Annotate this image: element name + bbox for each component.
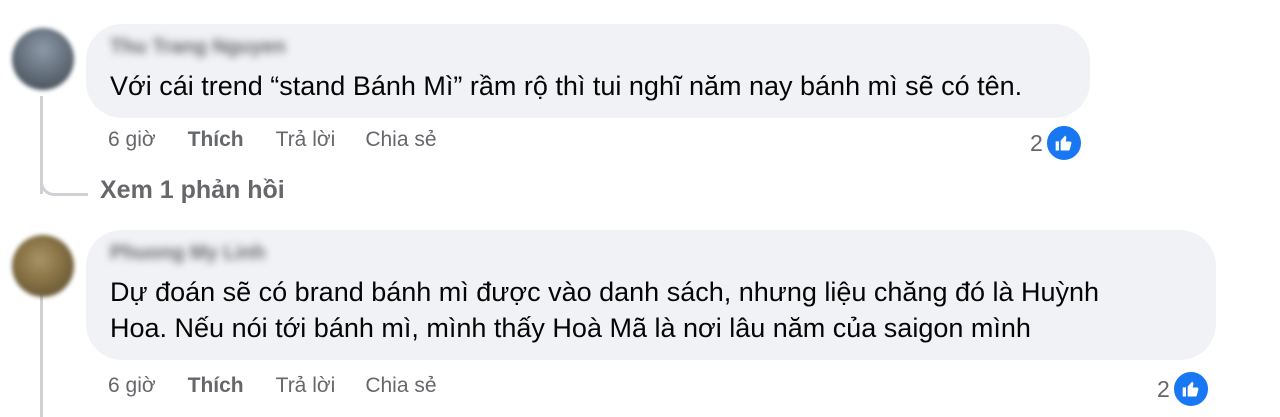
comment-text: Dự đoán sẽ có brand bánh mì được vào dan…	[110, 277, 1100, 343]
thread-line	[40, 290, 43, 417]
avatar[interactable]	[12, 235, 74, 297]
share-button[interactable]: Chia sẻ	[365, 128, 436, 152]
comment-timestamp[interactable]: 6 giờ	[108, 128, 156, 152]
reply-button[interactable]: Trả lời	[276, 128, 336, 152]
reaction-count: 2	[1030, 129, 1043, 156]
comment-author[interactable]: Thu Trang Nguyen	[110, 34, 1066, 60]
reaction-summary[interactable]: 2	[1157, 370, 1210, 408]
reply-button[interactable]: Trả lời	[276, 374, 336, 398]
reply-connector	[40, 160, 88, 196]
view-replies-link[interactable]: Xem 1 phản hồi	[100, 176, 285, 205]
like-button[interactable]: Thích	[188, 128, 244, 152]
comment-timestamp[interactable]: 6 giờ	[108, 374, 156, 398]
comment-bubble: Phuong My Linh Dự đoán sẽ có brand bánh …	[86, 230, 1216, 360]
avatar[interactable]	[12, 28, 74, 90]
like-button[interactable]: Thích	[188, 374, 244, 398]
comment-text: Với cái trend “stand Bánh Mì” rầm rộ thì…	[110, 71, 1023, 101]
comment-bubble: Thu Trang Nguyen Với cái trend “stand Bá…	[86, 24, 1090, 118]
reaction-count: 2	[1157, 375, 1170, 402]
comment-author[interactable]: Phuong My Linh	[110, 240, 1192, 266]
like-icon	[1171, 370, 1210, 408]
comment-actions: 6 giờ Thích Trả lời Chia sẻ	[108, 374, 437, 398]
like-icon	[1044, 124, 1083, 162]
comment-actions: 6 giờ Thích Trả lời Chia sẻ	[108, 128, 437, 152]
reaction-summary[interactable]: 2	[1030, 124, 1083, 162]
share-button[interactable]: Chia sẻ	[365, 374, 436, 398]
